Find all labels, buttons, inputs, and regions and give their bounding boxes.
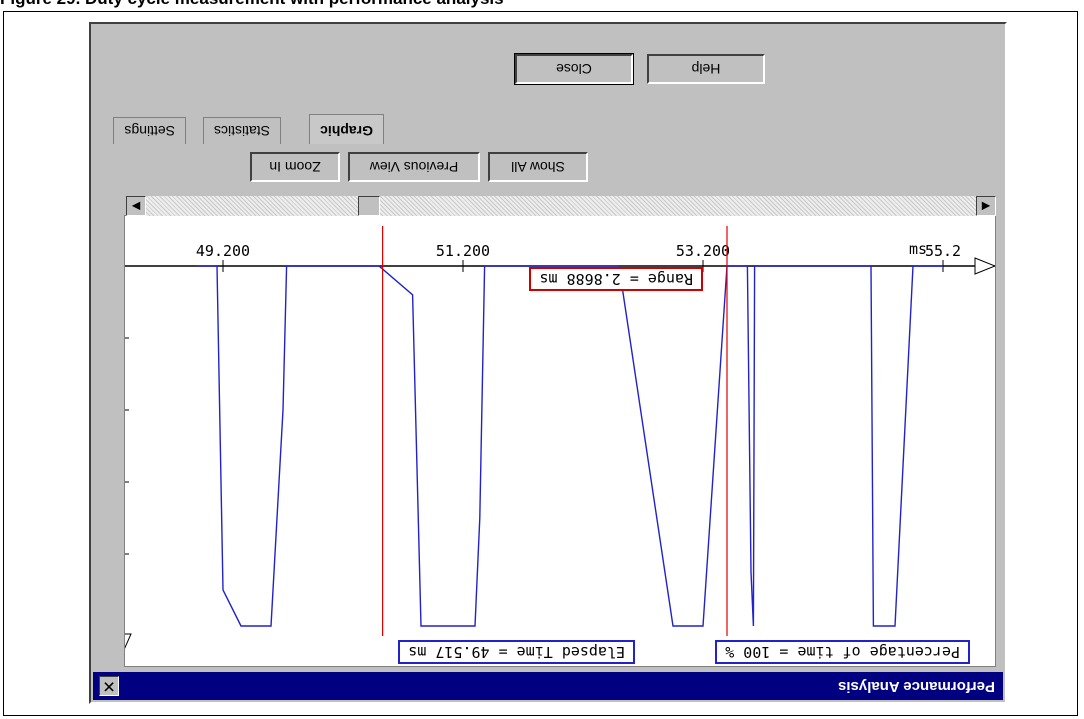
- close-button[interactable]: Close: [514, 53, 634, 85]
- x-tick-label: 55.2: [925, 242, 961, 260]
- close-icon[interactable]: ✕: [99, 676, 119, 696]
- window-title: Performance Analysis: [837, 678, 995, 695]
- x-axis-arrow-icon: [974, 257, 995, 275]
- previous-view-button[interactable]: Previous View: [348, 152, 480, 182]
- screenshot-area: Performance Analysis ✕ 49.200 51.200 53.20…: [89, 22, 1007, 704]
- graphic-plot: 49.20051.20053.20055.210080604020ms% Ela…: [124, 215, 996, 667]
- x-tick-label: 49.200: [196, 242, 250, 260]
- y-axis-arrow-icon: [125, 633, 132, 654]
- percentage-readout: Percentage of time = 100 %: [715, 640, 970, 664]
- range-readout: Range = 2.8688 ms: [529, 267, 703, 291]
- scroll-right-icon[interactable]: ▶: [126, 196, 146, 216]
- scroll-thumb[interactable]: [358, 196, 380, 216]
- scroll-left-icon[interactable]: ◀: [976, 196, 996, 216]
- x-axis-label: ms: [909, 240, 927, 258]
- performance-analysis-window: Performance Analysis ✕ 49.200 51.200 53.20…: [89, 22, 1007, 704]
- x-tick-label: 51.200: [436, 242, 490, 260]
- tab-statistics[interactable]: Statistics: [202, 117, 281, 144]
- tab-strip: Settings Statistics Graphic: [96, 114, 996, 144]
- tab-graphic[interactable]: Graphic: [309, 114, 384, 144]
- x-tick-label: 53.200: [676, 242, 730, 260]
- help-button[interactable]: Help: [647, 54, 765, 84]
- duty-cycle-series-line: [196, 265, 943, 627]
- horizontal-scrollbar[interactable]: ◀ ▶: [126, 196, 996, 216]
- title-bar: Performance Analysis ✕: [93, 672, 1003, 700]
- elapsed-time-readout: Elapsed Time = 49.517 ms: [398, 640, 635, 664]
- tab-settings[interactable]: Settings: [113, 117, 186, 144]
- zoom-in-button[interactable]: Zoom In: [250, 152, 340, 182]
- show-all-button[interactable]: Show All: [488, 152, 588, 182]
